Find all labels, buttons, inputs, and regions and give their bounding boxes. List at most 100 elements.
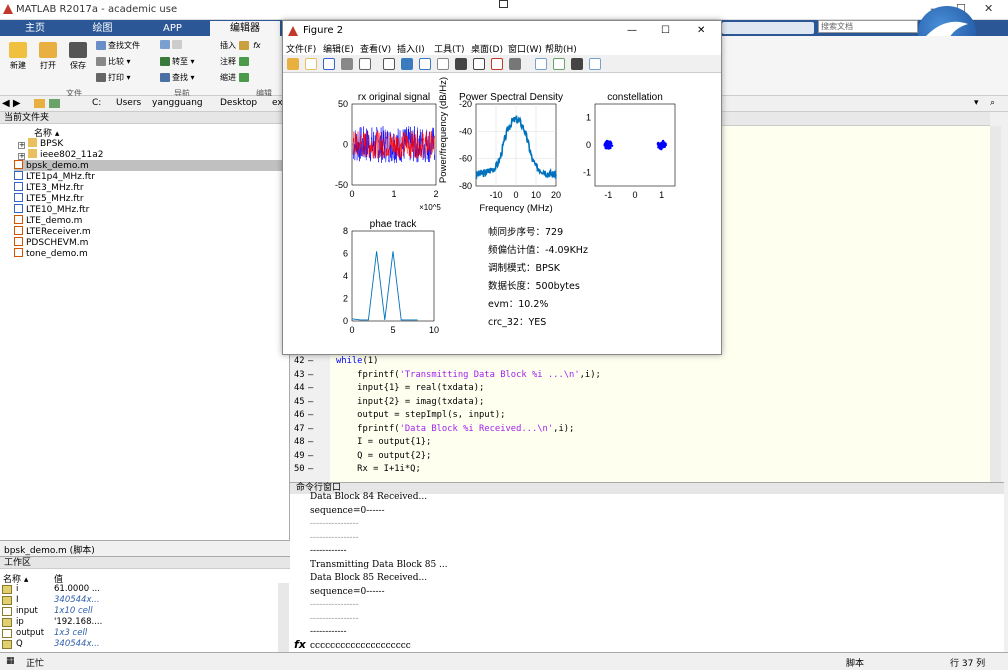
file-item[interactable]: LTE_demo.m [14, 215, 284, 226]
browse-icon[interactable] [49, 99, 60, 108]
workspace-row[interactable]: input 1x10 cell [0, 606, 290, 617]
code-line[interactable]: 43— fprintf('Transmitting Data Block %i … [290, 369, 990, 383]
figure-menu-item[interactable]: 帮助(H) [545, 42, 577, 55]
editor-scrollbar[interactable] [990, 126, 1001, 482]
tab-home[interactable]: 主页 [10, 21, 60, 36]
figure-maximize-button[interactable]: ☐ [661, 21, 670, 41]
legend-icon[interactable] [553, 58, 565, 70]
breakpoint-marker[interactable]: — [308, 355, 313, 369]
breakpoint-marker[interactable]: — [308, 382, 313, 396]
tab-editor[interactable]: 编辑器 [210, 21, 280, 36]
workspace-scrollbar[interactable] [278, 583, 289, 653]
code-line[interactable]: 50— Rx = I+1i*Q; [290, 463, 990, 477]
tab-plots[interactable]: 绘图 [75, 21, 130, 36]
zoom-in-icon[interactable] [401, 58, 413, 70]
code-line[interactable]: 49— Q = output{2}; [290, 450, 990, 464]
code-line[interactable]: 44— input{1} = real(txdata); [290, 382, 990, 396]
nav-arrows-icon[interactable]: ◀ ▶ [2, 98, 21, 109]
workspace-row[interactable]: i 61.0000 ... [0, 584, 290, 595]
path-seg-users[interactable]: Users [116, 98, 141, 108]
compare-button[interactable]: 比较 ▾ [96, 56, 131, 67]
indent-button[interactable]: 缩进 [220, 72, 251, 83]
zoom-sep-icon[interactable] [359, 58, 371, 70]
print-button[interactable]: 打印 ▾ [96, 72, 131, 83]
figure-menu-item[interactable]: 工具(T) [434, 42, 465, 55]
insert-button[interactable]: 插入 fx [220, 40, 261, 51]
search-docs-input[interactable]: 搜索文档 [818, 20, 918, 33]
file-item[interactable]: LTE1p4_MHz.ftr [14, 171, 284, 182]
breakpoint-marker[interactable]: — [308, 409, 313, 423]
folder-item[interactable]: + ieee802_11a2 [18, 149, 103, 160]
file-item[interactable]: LTE3_MHz.ftr [14, 182, 284, 193]
breakpoint-marker[interactable]: — [308, 423, 313, 437]
save-button[interactable]: 保存 [64, 42, 92, 71]
save-icon[interactable] [323, 58, 335, 70]
file-item[interactable]: LTE5_MHz.ftr [14, 193, 284, 204]
figure-close-button[interactable]: ✕ [697, 21, 705, 41]
data-cursor-icon[interactable] [473, 58, 485, 70]
quick-access-toolbar[interactable] [722, 22, 814, 34]
folder-item[interactable]: + BPSK [18, 138, 63, 149]
code-line[interactable]: 46— output = stepImpl(s, input); [290, 409, 990, 423]
print-icon[interactable] [341, 58, 353, 70]
file-item[interactable]: LTEReceiver.m [14, 226, 284, 237]
colorbar-icon[interactable] [535, 58, 547, 70]
code-line[interactable]: 45— input{2} = imag(txdata); [290, 396, 990, 410]
path-seg-root[interactable]: C: [92, 98, 101, 108]
new-figure-icon[interactable] [287, 58, 299, 70]
rotate-icon[interactable] [455, 58, 467, 70]
file-item[interactable]: PDSCHEVM.m [14, 237, 284, 248]
figure-menu-item[interactable]: 桌面(D) [471, 42, 503, 55]
hide-icon[interactable] [571, 58, 583, 70]
figure-menu-item[interactable]: 文件(F) [286, 42, 316, 55]
expand-icon[interactable]: + [18, 153, 25, 160]
code-line[interactable]: 47— fprintf('Data Block %i Received...\n… [290, 423, 990, 437]
comment-button[interactable]: 注释 [220, 56, 251, 67]
pointer-icon[interactable] [383, 58, 395, 70]
fx-prompt-icon[interactable]: fx [294, 638, 306, 651]
open-icon[interactable] [305, 58, 317, 70]
path-seg-desktop[interactable]: Desktop [220, 98, 257, 108]
path-seg-user[interactable]: yangguang [152, 98, 203, 108]
file-item[interactable]: LTE10_MHz.ftr [14, 204, 284, 215]
figure-window[interactable]: Figure 2 — ☐ ✕ 文件(F) 编辑(E) 查看(V) 插入(I) 工具(T)… [282, 20, 722, 355]
find-files-button[interactable]: 查找文件 [96, 40, 140, 51]
file-item[interactable]: tone_demo.m [14, 248, 284, 259]
cell-variable-icon [2, 629, 12, 638]
close-button[interactable]: ✕ [984, 2, 993, 15]
busy-icon: ▦ [6, 656, 15, 666]
file-item[interactable]: bpsk_demo.m [14, 160, 284, 171]
workspace-row[interactable]: Q 340544x... [0, 639, 290, 650]
figure-menu-item[interactable]: 窗口(W) [508, 42, 542, 55]
breakpoint-marker[interactable]: — [308, 463, 313, 477]
figure-menu-item[interactable]: 编辑(E) [323, 42, 354, 55]
figure-menu-item[interactable]: 插入(I) [397, 42, 425, 55]
back-forward-buttons[interactable] [160, 40, 184, 49]
new-button[interactable]: 新建 [4, 42, 32, 71]
code-line[interactable]: 48— I = output{1}; [290, 436, 990, 450]
breakpoint-marker[interactable]: — [308, 369, 313, 383]
address-search-icon[interactable]: ⌕ [990, 98, 995, 108]
pan-icon[interactable] [437, 58, 449, 70]
workspace-row[interactable]: I 340544x... [0, 595, 290, 606]
zoom-out-icon[interactable] [419, 58, 431, 70]
find-button[interactable]: 查找 ▾ [160, 72, 195, 83]
link-icon[interactable] [509, 58, 521, 70]
figure-menu-item[interactable]: 查看(V) [360, 42, 391, 55]
tab-apps[interactable]: APP [145, 21, 200, 36]
figure-minimize-button[interactable]: — [627, 21, 637, 41]
breakpoint-marker[interactable]: — [308, 436, 313, 450]
breakpoint-marker[interactable]: — [308, 396, 313, 410]
command-window[interactable]: 命令行窗口 Data Block 84 Received... sequence=… [290, 482, 1004, 652]
open-button[interactable]: 打开 [34, 42, 62, 71]
workspace-row[interactable]: ip '192.168.... [0, 617, 290, 628]
dock-icon[interactable] [589, 58, 601, 70]
workspace-row[interactable]: output 1x3 cell [0, 628, 290, 639]
expand-icon[interactable]: + [18, 142, 25, 149]
folder-up-icon[interactable] [34, 99, 45, 108]
brush-icon[interactable] [491, 58, 503, 70]
address-dropdown-icon[interactable]: ▾ [974, 98, 979, 108]
code-line[interactable]: 42— while(1) [290, 355, 990, 369]
goto-button[interactable]: 转至 ▾ [160, 56, 195, 67]
breakpoint-marker[interactable]: — [308, 450, 313, 464]
